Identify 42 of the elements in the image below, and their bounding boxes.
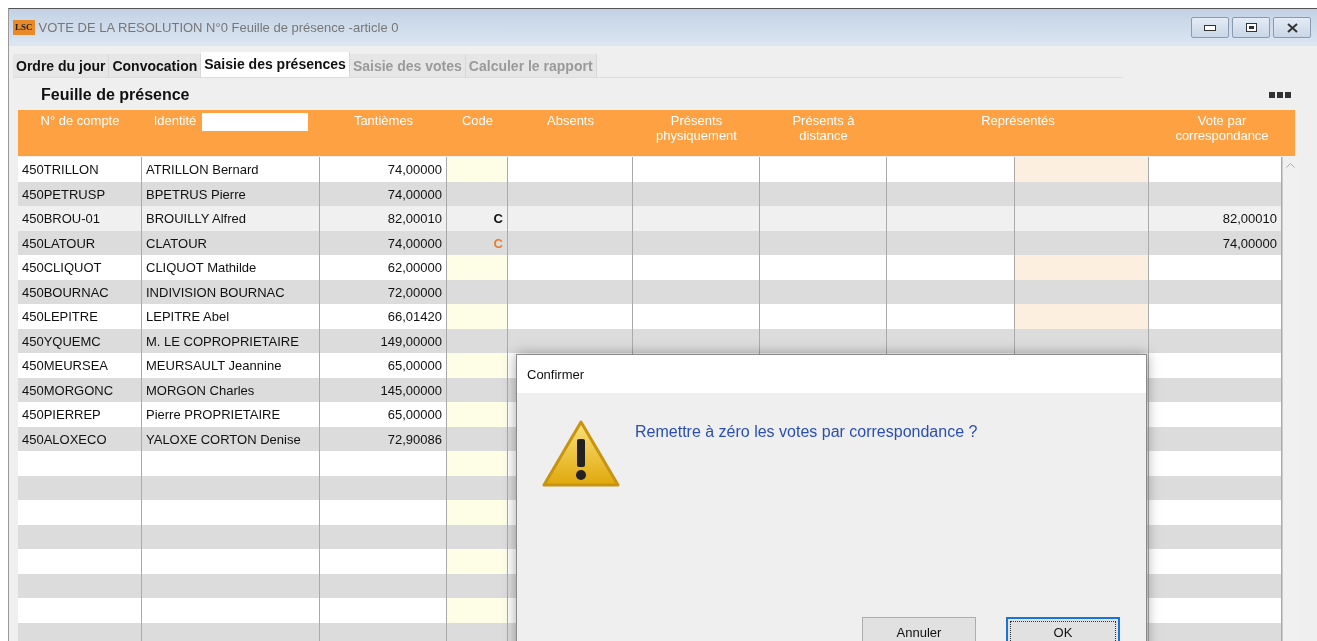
column-header: Représentés bbox=[981, 113, 1055, 128]
tab[interactable]: Saisie des présences bbox=[201, 52, 350, 77]
tab[interactable]: Convocation bbox=[109, 54, 202, 77]
table-cell[interactable] bbox=[447, 255, 508, 280]
column-header: Identité bbox=[153, 113, 197, 128]
tab[interactable]: Ordre du jour bbox=[13, 54, 110, 77]
more-icon[interactable] bbox=[1269, 92, 1291, 98]
table-cell[interactable] bbox=[1015, 304, 1149, 329]
column-header: N° de compte bbox=[40, 113, 120, 128]
table-cell[interactable] bbox=[447, 304, 508, 329]
table-cell[interactable] bbox=[447, 402, 508, 427]
table-cell[interactable] bbox=[1015, 157, 1149, 182]
scrollbar[interactable] bbox=[1282, 157, 1298, 641]
column-header: Tantièmes bbox=[353, 113, 414, 128]
filter-field[interactable] bbox=[202, 113, 309, 131]
column-header: Absents bbox=[547, 113, 594, 128]
table-cell[interactable] bbox=[447, 598, 508, 623]
dialog-button[interactable]: Annuler bbox=[862, 617, 976, 641]
column-header: Présents à distance bbox=[791, 113, 856, 143]
app-logo: LSC bbox=[13, 20, 35, 35]
table-cell[interactable] bbox=[447, 157, 508, 182]
maximize-icon bbox=[1245, 23, 1257, 32]
minimize-button[interactable] bbox=[1191, 17, 1229, 38]
table-cell[interactable] bbox=[447, 500, 508, 525]
warning-icon bbox=[541, 419, 621, 489]
table-cell[interactable] bbox=[447, 549, 508, 574]
dialog-message: Remettre à zéro les votes par correspondance ? bbox=[635, 423, 978, 442]
scroll-up-icon[interactable] bbox=[1286, 163, 1295, 168]
dialog-title: Confirmer bbox=[527, 366, 585, 382]
column-header: Vote par correspondance bbox=[1174, 113, 1270, 143]
column-header: Présents physiquement bbox=[655, 113, 738, 143]
column-header: Code bbox=[461, 113, 494, 128]
window-title: VOTE DE LA RESOLUTION N°0 Feuille de présence -article 0 bbox=[38, 20, 400, 35]
table-cell[interactable] bbox=[447, 353, 508, 378]
dialog-button[interactable]: OK bbox=[1006, 617, 1120, 641]
table-cell[interactable] bbox=[447, 451, 508, 476]
close-button[interactable] bbox=[1273, 17, 1311, 38]
minimize-icon bbox=[1204, 24, 1216, 31]
maximize-button[interactable] bbox=[1232, 17, 1270, 38]
close-icon bbox=[1286, 22, 1298, 33]
section-title: Feuille de présence bbox=[41, 86, 190, 104]
table-cell[interactable] bbox=[1015, 255, 1149, 280]
